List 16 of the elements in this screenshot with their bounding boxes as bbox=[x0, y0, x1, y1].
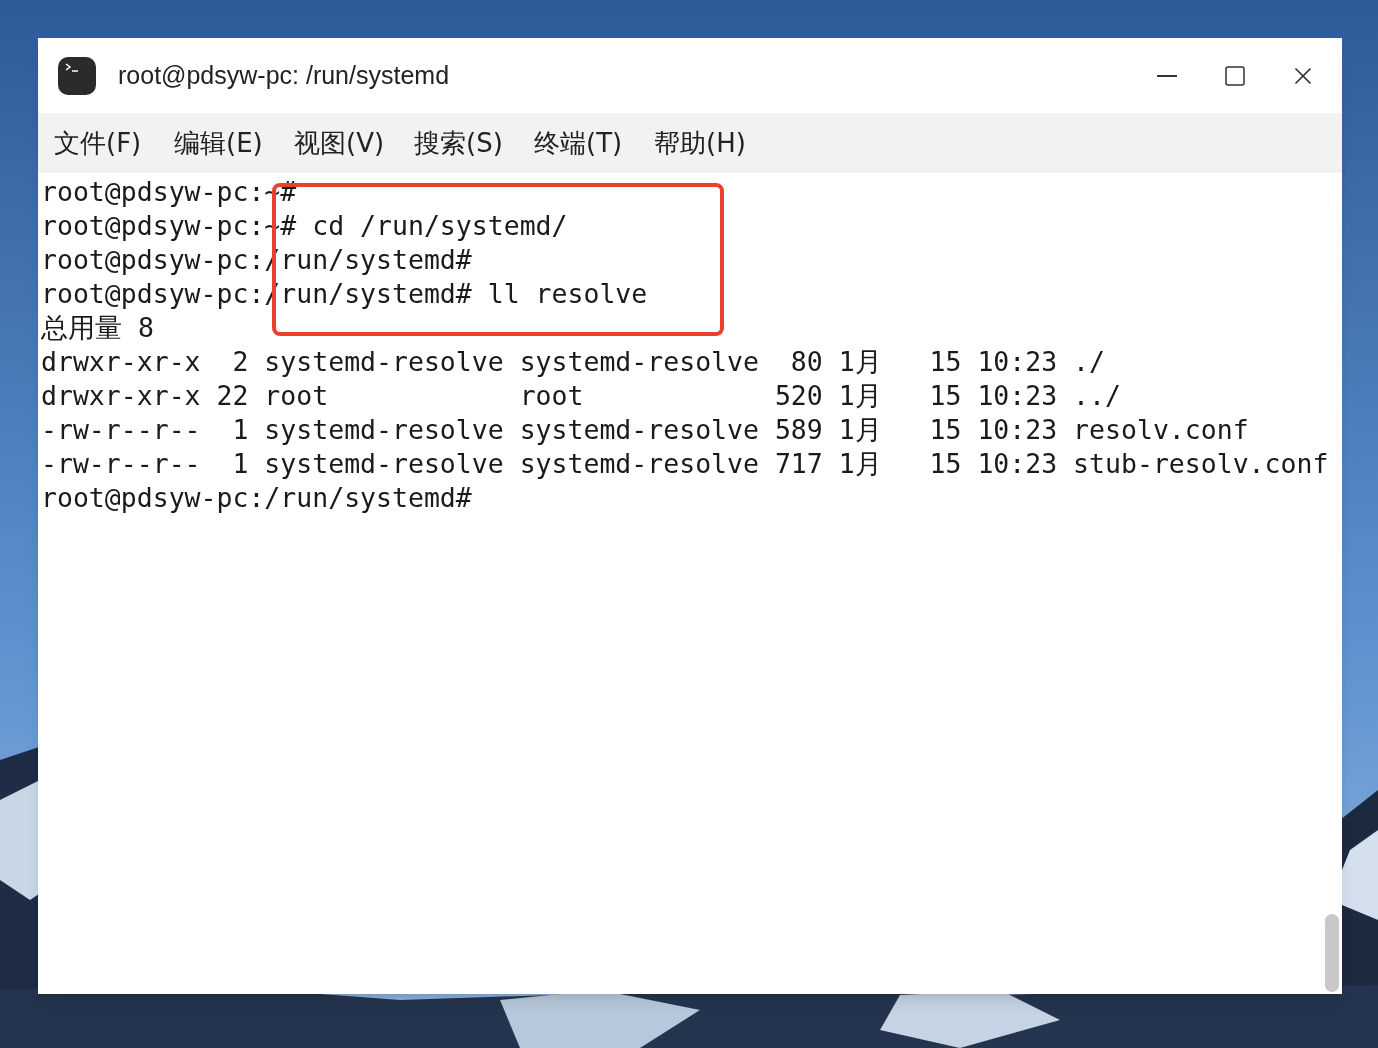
minimize-icon bbox=[1157, 74, 1177, 77]
terminal-line: drwxr-xr-x 22 root root 520 1月 15 10:23 ../ bbox=[41, 379, 1122, 413]
terminal-line: 总用量 8 bbox=[41, 311, 155, 345]
menu-item[interactable]: 文件(F) bbox=[48, 123, 168, 163]
menu-item[interactable]: 搜索(S) bbox=[408, 123, 528, 163]
terminal-line: -rw-r--r-- 1 systemd-resolve systemd-resolve 717 1月 15 10:23 stub-resolv.conf bbox=[41, 447, 1330, 481]
menu-item[interactable]: 帮助(H) bbox=[648, 123, 768, 163]
menu-item[interactable]: 视图(V) bbox=[288, 123, 408, 163]
menu-item[interactable]: 编辑(E) bbox=[168, 123, 288, 163]
terminal-line: -rw-r--r-- 1 systemd-resolve systemd-resolve 589 1月 15 10:23 resolv.conf bbox=[41, 413, 1250, 447]
maximize-icon bbox=[1223, 63, 1247, 88]
terminal-app-icon bbox=[58, 56, 96, 95]
terminal-line: root@pdsyw-pc:/run/systemd# bbox=[41, 481, 473, 515]
terminal-line: drwxr-xr-x 2 systemd-resolve systemd-resolve 80 1月 15 10:23 ./ bbox=[41, 345, 1107, 379]
menu-item[interactable]: 终端(T) bbox=[528, 123, 648, 163]
window-title: root@pdsyw-pc: /run/systemd bbox=[118, 59, 450, 91]
